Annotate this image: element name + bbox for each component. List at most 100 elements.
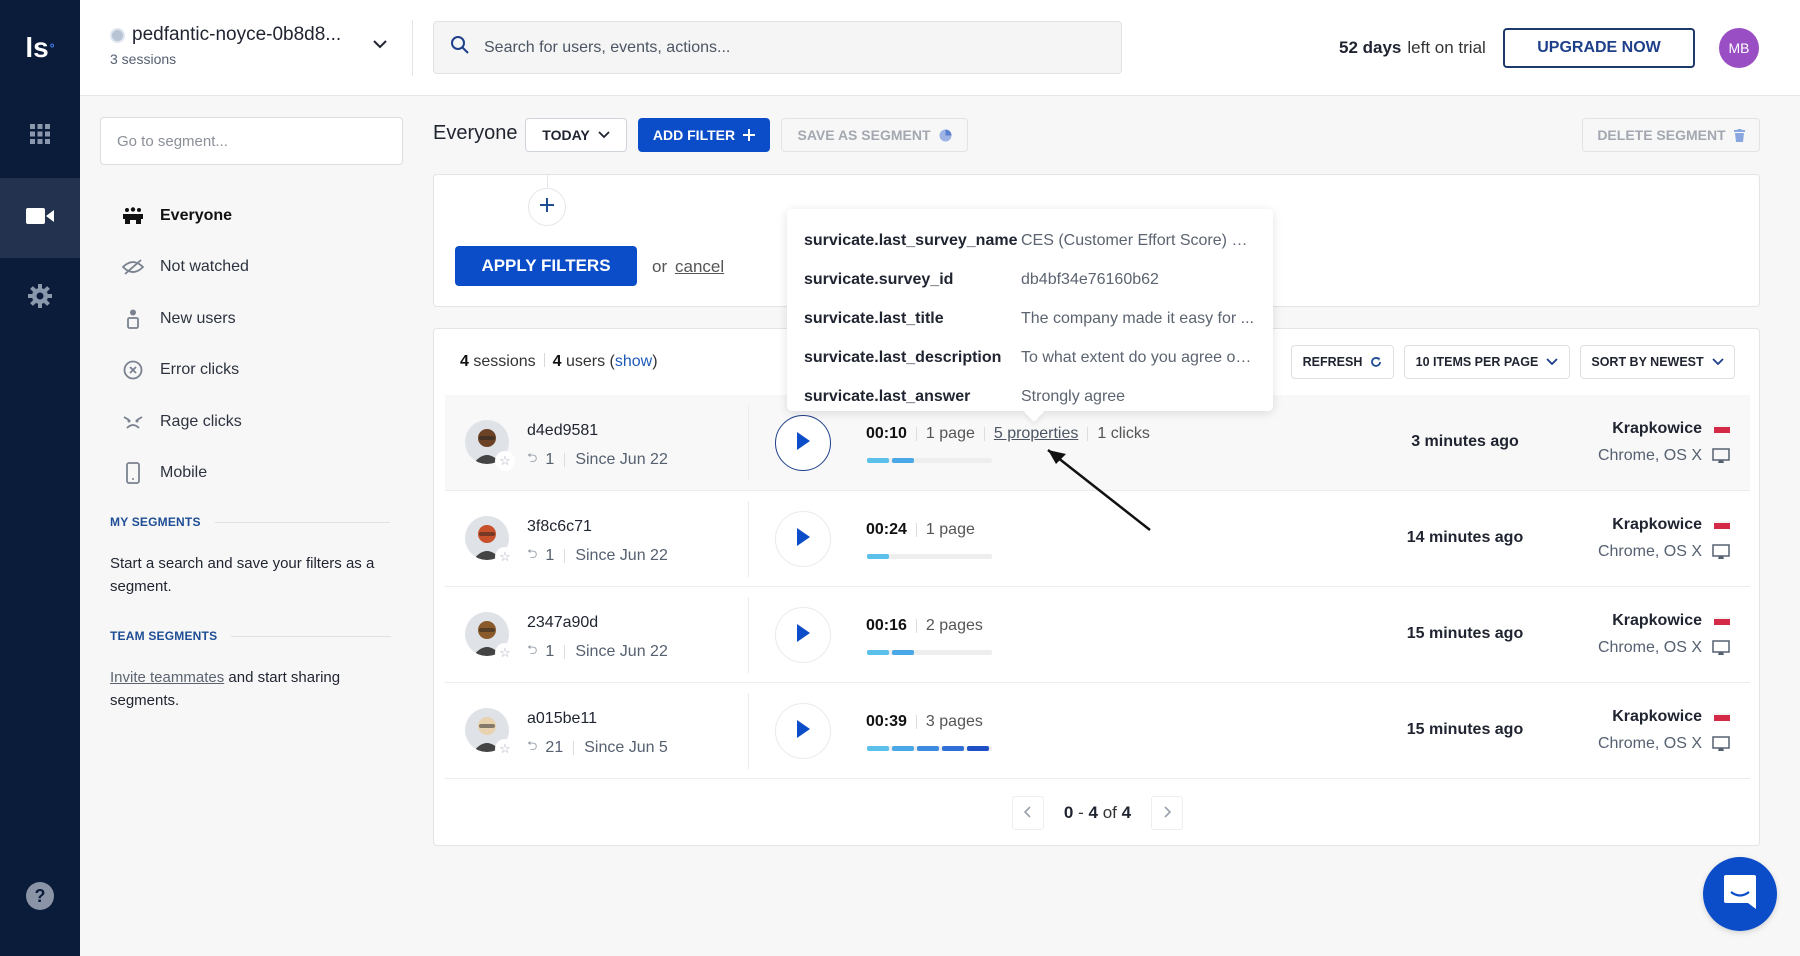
properties-link[interactable]: 5 properties bbox=[994, 425, 1079, 443]
poland-flag-icon bbox=[1714, 617, 1730, 625]
star-icon[interactable]: ☆ bbox=[495, 547, 515, 567]
add-condition-button[interactable] bbox=[528, 188, 566, 226]
refresh-button[interactable]: REFRESH bbox=[1291, 345, 1394, 379]
segment-item-mobile[interactable]: Mobile bbox=[120, 448, 249, 500]
page-count: 3 pages bbox=[925, 713, 983, 730]
trial-days: 52 days bbox=[1339, 38, 1402, 57]
apply-filters-button[interactable]: APPLY FILTERS bbox=[455, 246, 637, 286]
upgrade-now-button[interactable]: UPGRADE NOW bbox=[1503, 28, 1695, 68]
segment-title: Everyone bbox=[433, 122, 518, 144]
segment-item-new-users[interactable]: New users bbox=[120, 293, 249, 345]
play-session-button[interactable] bbox=[775, 415, 831, 471]
property-row: survicate.last_title The company made it … bbox=[804, 300, 1256, 339]
page-count: 1 page bbox=[925, 425, 975, 442]
user-id[interactable]: a015be11 bbox=[527, 710, 597, 728]
session-time-ago: 3 minutes ago bbox=[1411, 433, 1519, 450]
next-page-button[interactable] bbox=[1151, 796, 1184, 830]
return-visits-icon: ⮌ bbox=[527, 738, 538, 753]
play-icon bbox=[795, 431, 811, 456]
property-row: survicate.survey_id db4bf34e76160b62 bbox=[804, 261, 1256, 300]
rail-item-sessions[interactable] bbox=[0, 178, 80, 258]
delete-segment-button[interactable]: DELETE SEGMENT bbox=[1582, 118, 1760, 152]
property-row: survicate.last_survey_name CES (Customer … bbox=[804, 222, 1256, 261]
search-input[interactable] bbox=[484, 38, 1084, 57]
add-filter-label: ADD FILTER bbox=[652, 127, 736, 143]
show-users-link[interactable]: show bbox=[615, 353, 652, 370]
visit-count: 21 bbox=[545, 739, 564, 756]
progress-segment bbox=[892, 650, 914, 655]
segment-label: Error clicks bbox=[160, 361, 240, 379]
user-id[interactable]: 3f8c6c71 bbox=[527, 518, 592, 536]
chat-widget-button[interactable] bbox=[1703, 857, 1777, 931]
row-divider bbox=[748, 693, 749, 769]
segment-label: Not watched bbox=[160, 258, 249, 276]
return-visits-icon: ⮌ bbox=[527, 546, 538, 561]
cancel-link[interactable]: cancel bbox=[675, 257, 724, 277]
segment-item-rage-clicks[interactable]: Rage clicks bbox=[120, 396, 249, 448]
user-id[interactable]: 2347a90d bbox=[527, 614, 598, 632]
segment-item-error-clicks[interactable]: Error clicks bbox=[120, 345, 249, 397]
items-per-page-dropdown[interactable]: 10 ITEMS PER PAGE bbox=[1404, 345, 1570, 379]
group-icon bbox=[120, 207, 146, 225]
properties-tooltip: survicate.last_survey_name CES (Customer … bbox=[787, 209, 1273, 411]
session-row[interactable]: ☆ a015be11 ⮌ 21 Since Jun 5 00:39 3 page… bbox=[445, 683, 1750, 779]
global-search[interactable] bbox=[433, 21, 1122, 74]
project-name: pedfantic-noyce-0b8d8... bbox=[132, 24, 342, 45]
progress-segment bbox=[867, 458, 889, 463]
date-range-dropdown[interactable]: TODAY bbox=[525, 118, 627, 152]
save-as-segment-button[interactable]: SAVE AS SEGMENT bbox=[781, 118, 968, 152]
add-filter-button[interactable]: ADD FILTER bbox=[638, 118, 770, 152]
property-row: survicate.last_description To what extent… bbox=[804, 338, 1256, 377]
return-visits-icon: ⮌ bbox=[527, 450, 538, 465]
chevron-down-icon[interactable] bbox=[372, 36, 388, 54]
project-switcher[interactable]: pedfantic-noyce-0b8d8... 3 sessions bbox=[110, 24, 341, 67]
sort-dropdown[interactable]: SORT BY NEWEST bbox=[1580, 345, 1735, 379]
property-key: survicate.survey_id bbox=[804, 271, 954, 289]
refresh-icon bbox=[1370, 356, 1382, 368]
rail-item-settings[interactable] bbox=[0, 258, 80, 338]
app-logo[interactable]: ls ° bbox=[0, 0, 80, 96]
user-avatar[interactable]: MB bbox=[1719, 28, 1759, 68]
session-stats: 00:10 1 page 5 properties 1 clicks bbox=[866, 425, 1150, 443]
play-session-button[interactable] bbox=[775, 703, 831, 759]
city-name: Krapkowice bbox=[1612, 420, 1702, 437]
progress-segment bbox=[967, 746, 989, 751]
sort-label: SORT BY NEWEST bbox=[1591, 355, 1704, 369]
filter-connector bbox=[547, 175, 548, 188]
first-seen: Since Jun 22 bbox=[575, 643, 668, 660]
session-stats: 00:16 2 pages bbox=[866, 617, 983, 635]
rail-item-apps[interactable] bbox=[0, 96, 80, 176]
session-time-ago: 14 minutes ago bbox=[1406, 529, 1524, 546]
invite-teammates-link[interactable]: Invite teammates bbox=[110, 669, 224, 686]
session-row[interactable]: ☆ 2347a90d ⮌ 1 Since Jun 22 00:16 2 page… bbox=[445, 587, 1750, 683]
prev-page-button[interactable] bbox=[1011, 796, 1044, 830]
plus-icon bbox=[539, 197, 555, 218]
segment-item-not-watched[interactable]: Not watched bbox=[120, 242, 249, 294]
session-progress-bar bbox=[867, 554, 992, 559]
return-visits-icon: ⮌ bbox=[527, 642, 538, 657]
trash-icon bbox=[1733, 128, 1745, 142]
mobile-icon bbox=[120, 462, 146, 485]
page-from: 0 bbox=[1063, 803, 1074, 822]
star-icon[interactable]: ☆ bbox=[495, 739, 515, 759]
segment-search[interactable] bbox=[100, 117, 403, 165]
segment-item-everyone[interactable]: Everyone bbox=[120, 190, 249, 242]
gear-icon bbox=[27, 283, 53, 314]
search-icon bbox=[450, 35, 470, 60]
poland-flag-icon bbox=[1714, 425, 1730, 433]
first-seen: Since Jun 5 bbox=[584, 739, 668, 756]
play-session-button[interactable] bbox=[775, 511, 831, 567]
property-key: survicate.last_survey_name bbox=[804, 232, 1018, 250]
property-key: survicate.last_title bbox=[804, 309, 944, 327]
refresh-label: REFRESH bbox=[1302, 355, 1363, 369]
star-icon[interactable]: ☆ bbox=[495, 643, 515, 663]
star-icon[interactable]: ☆ bbox=[495, 451, 515, 471]
page-count: 2 pages bbox=[925, 617, 983, 634]
segment-search-input[interactable] bbox=[117, 132, 387, 150]
user-id[interactable]: d4ed9581 bbox=[527, 422, 598, 440]
user-meta: ⮌ 1 Since Jun 22 bbox=[527, 545, 668, 567]
property-row: survicate.last_answer Strongly agree bbox=[804, 377, 1256, 416]
help-icon[interactable]: ? bbox=[26, 882, 54, 910]
user-meta: ⮌ 1 Since Jun 22 bbox=[527, 449, 668, 471]
play-session-button[interactable] bbox=[775, 607, 831, 663]
